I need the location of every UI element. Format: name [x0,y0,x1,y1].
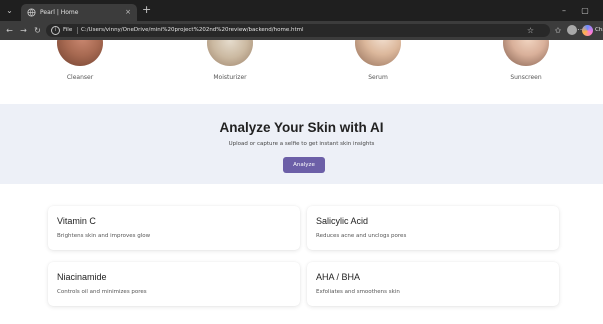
address-url[interactable]: C:/Users/vinny/OneDrive/mini%20project%2… [81,24,304,37]
address-bar[interactable]: i File C:/Users/vinny/OneDrive/mini%20pr… [46,24,550,37]
product-label: Moisturizer [213,74,247,81]
tab-close-icon[interactable]: × [125,7,131,18]
analyze-button[interactable]: Analyze [283,157,325,173]
page-viewport: Cleanser Moisturizer Serum Sunscreen Ana… [0,40,603,324]
ingredient-description: Controls oil and minimizes pores [57,289,147,295]
minimize-button[interactable]: – [556,5,572,16]
ingredient-title: Vitamin C [57,216,96,226]
product-label: Sunscreen [510,74,542,81]
browser-tab-active[interactable]: Pearl | Home × [21,4,137,21]
forward-button[interactable]: → [18,25,29,36]
hero-title: Analyze Your Skin with AI [219,120,384,135]
moisturizer-image [207,40,253,66]
ingredient-card-niacinamide[interactable]: Niacinamide Controls oil and minimizes p… [48,262,300,306]
sunscreen-image [503,40,549,66]
ingredient-title: AHA / BHA [316,272,361,282]
product-label: Serum [368,74,388,81]
chat-button[interactable]: Chat [582,24,603,37]
back-button[interactable]: ← [4,25,15,36]
chat-label: Chat [595,27,603,33]
tab-search-button[interactable]: ⌄ [4,5,15,16]
ingredient-description: Brightens skin and improves glow [57,233,151,239]
bookmark-star-icon[interactable]: ☆ [527,24,534,37]
ingredient-card-salicylic-acid[interactable]: Salicylic Acid Reduces acne and unclogs … [307,206,559,250]
ingredient-description: Reduces acne and unclogs pores [316,233,407,239]
ingredient-title: Salicylic Acid [316,216,369,226]
ingredient-description: Exfoliates and smoothens skin [316,289,400,295]
product-label: Cleanser [66,74,94,81]
ai-analysis-banner: Analyze Your Skin with AI Upload or capt… [0,104,603,184]
favorites-icon[interactable]: ✩ [552,25,564,36]
copilot-icon [582,25,593,36]
maximize-button[interactable]: ▢ [577,5,593,16]
serum-image [355,40,401,66]
address-separator [77,27,78,34]
reload-button[interactable]: ↻ [32,25,43,36]
ingredient-card-aha-bha[interactable]: AHA / BHA Exfoliates and smoothens skin [307,262,559,306]
ingredient-card-vitamin-c[interactable]: Vitamin C Brightens skin and improves gl… [48,206,300,250]
new-tab-button[interactable]: + [142,3,151,17]
site-info-icon[interactable]: i [51,26,60,35]
tab-title: Pearl | Home [40,9,79,16]
browser-toolbar: ← → ↻ i File C:/Users/vinny/OneDrive/min… [0,21,603,40]
globe-icon [27,8,36,17]
ingredient-title: Niacinamide [57,272,107,282]
address-scheme-chip: File [63,27,73,33]
browser-tab-bar: ⌄ Pearl | Home × + – ▢ [0,0,603,21]
hero-subtitle: Upload or capture a selfie to get instan… [228,141,375,147]
cleanser-image [57,40,103,66]
